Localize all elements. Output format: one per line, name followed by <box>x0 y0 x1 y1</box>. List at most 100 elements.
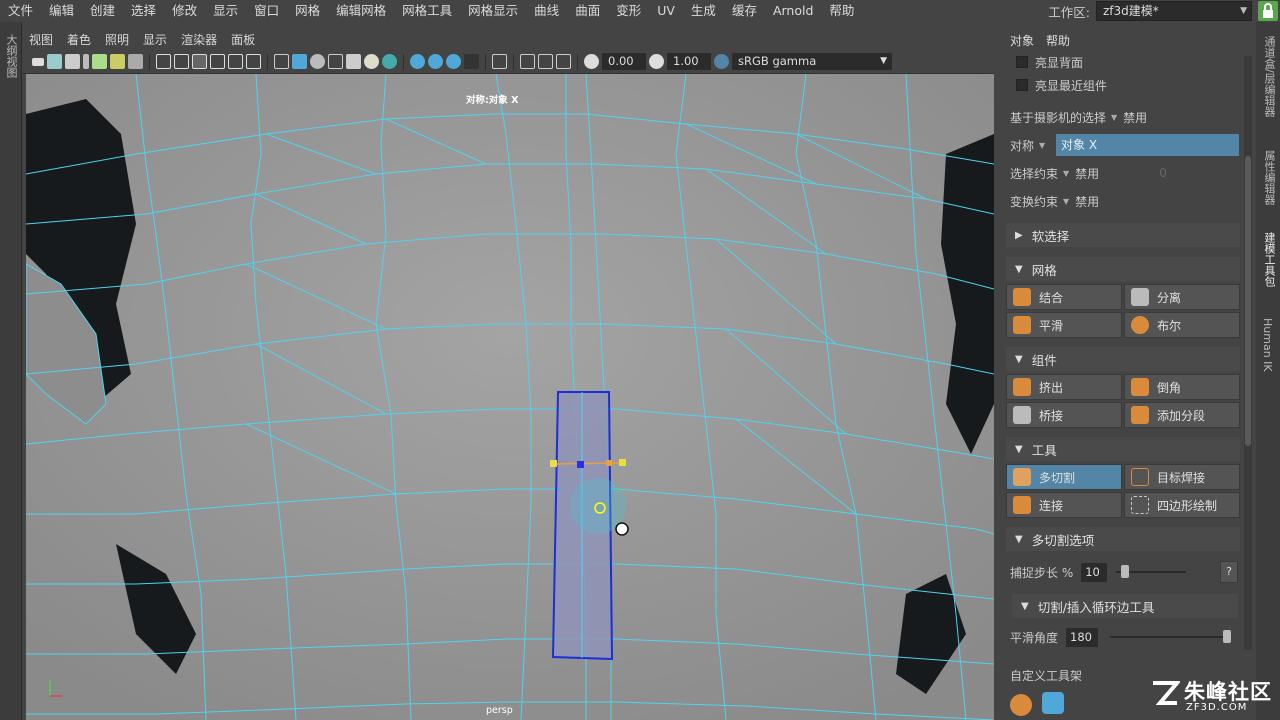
xray-joints-icon[interactable] <box>428 54 443 69</box>
tools-section[interactable]: ▼ 工具 <box>1006 437 1240 461</box>
menu-edit-mesh[interactable]: 编辑网格 <box>328 0 394 22</box>
backface-checkbox[interactable] <box>1016 56 1028 68</box>
channel-box-tab[interactable]: 通道盒/层编辑器 <box>1261 36 1277 117</box>
vp-menu-renderer[interactable]: 渲染器 <box>174 30 224 50</box>
menu-edit[interactable]: 编辑 <box>41 0 82 22</box>
gamma-field[interactable]: 1.00 <box>667 53 711 70</box>
toolkit-menu-help[interactable]: 帮助 <box>1040 32 1076 49</box>
ambient-occlusion-icon[interactable] <box>520 54 535 69</box>
3d-viewport[interactable]: 对称:对象 X persp <box>26 74 994 720</box>
menu-mesh[interactable]: 网格 <box>287 0 328 22</box>
default-material-icon[interactable] <box>310 54 325 69</box>
smooth-shade-icon[interactable] <box>292 54 307 69</box>
zoom-icon[interactable] <box>128 54 143 69</box>
menu-generate[interactable]: 生成 <box>683 0 724 22</box>
nearest-row[interactable]: 亮显最近组件 <box>1016 74 1107 96</box>
combine-button[interactable]: 结合 <box>1006 284 1122 310</box>
lights-icon[interactable] <box>364 54 379 69</box>
vp-menu-lighting[interactable]: 照明 <box>98 30 136 50</box>
select-constraint-row[interactable]: 选择约束 ▼ 禁用 0 <box>1010 162 1167 184</box>
shelf-tool-icon[interactable] <box>1010 694 1032 716</box>
isolate-select-icon[interactable] <box>464 54 479 69</box>
2d-pan-icon[interactable] <box>110 54 125 69</box>
human-ik-tab[interactable]: Human IK <box>1261 318 1274 372</box>
field-chart-icon[interactable] <box>228 54 243 69</box>
menu-uv[interactable]: UV <box>649 0 683 22</box>
connect-button[interactable]: 连接 <box>1006 492 1122 518</box>
component-section[interactable]: ▼ 组件 <box>1006 347 1240 371</box>
quad-draw-button[interactable]: 四边形绘制 <box>1124 492 1240 518</box>
camera-select-row[interactable]: 基于摄影机的选择 ▼ 禁用 <box>1010 106 1147 128</box>
film-gate-icon[interactable] <box>174 54 189 69</box>
bevel-button[interactable]: 倒角 <box>1124 374 1240 400</box>
outliner-tab[interactable]: 大纲视图 <box>3 34 19 78</box>
grid-icon[interactable] <box>156 54 171 69</box>
safe-action-icon[interactable] <box>246 54 261 69</box>
menu-display[interactable]: 显示 <box>205 0 246 22</box>
smooth-angle-field[interactable]: 180 <box>1066 627 1099 647</box>
loop-tool-section[interactable]: ▼ 切割/插入循环边工具 <box>1012 594 1238 618</box>
vp-menu-panels[interactable]: 面板 <box>224 30 262 50</box>
separate-button[interactable]: 分离 <box>1124 284 1240 310</box>
symmetry-dropdown[interactable]: 对象 X <box>1056 134 1239 156</box>
menu-arnold[interactable]: Arnold <box>765 0 821 22</box>
nearest-checkbox[interactable] <box>1016 79 1028 91</box>
gamma-icon[interactable] <box>649 54 664 69</box>
bookmark-icon[interactable] <box>65 54 80 69</box>
symmetry-row[interactable]: 对称 ▼ <box>1010 134 1051 156</box>
menu-surfaces[interactable]: 曲面 <box>567 0 608 22</box>
menu-cache[interactable]: 缓存 <box>724 0 765 22</box>
extrude-button[interactable]: 挤出 <box>1006 374 1122 400</box>
exposure-field[interactable]: 0.00 <box>602 53 646 70</box>
menu-file[interactable]: 文件 <box>0 0 41 22</box>
toolkit-scrollbar[interactable] <box>1244 56 1252 650</box>
bridge-button[interactable]: 桥接 <box>1006 402 1122 428</box>
toolkit-menu-object[interactable]: 对象 <box>1004 32 1040 49</box>
color-management-icon[interactable] <box>714 54 729 69</box>
menu-select[interactable]: 选择 <box>123 0 164 22</box>
menu-create[interactable]: 创建 <box>82 0 123 22</box>
camera-attributes-icon[interactable] <box>47 54 62 69</box>
snap-step-field[interactable]: 10 <box>1081 562 1108 582</box>
boolean-button[interactable]: 布尔 <box>1124 312 1240 338</box>
lock-icon[interactable] <box>1258 1 1278 21</box>
menu-modify[interactable]: 修改 <box>164 0 205 22</box>
target-weld-button[interactable]: 目标焊接 <box>1124 464 1240 490</box>
smooth-angle-slider-track[interactable] <box>1110 636 1230 638</box>
multicut-options-section[interactable]: ▼ 多切割选项 <box>1006 527 1240 551</box>
resolution-gate-icon[interactable] <box>192 54 207 69</box>
vp-menu-show[interactable]: 显示 <box>136 30 174 50</box>
xray-icon[interactable] <box>410 54 425 69</box>
snap-step-slider-handle[interactable] <box>1121 565 1129 578</box>
vp-menu-view[interactable]: 视图 <box>22 30 60 50</box>
anti-aliasing-icon[interactable] <box>556 54 571 69</box>
mesh-section[interactable]: ▼ 网格 <box>1006 257 1240 281</box>
modeling-toolkit-tab[interactable]: 建模工具包 <box>1261 232 1277 287</box>
grease-pencil-icon[interactable] <box>92 54 107 69</box>
menu-mesh-tools[interactable]: 网格工具 <box>394 0 460 22</box>
xray-components-icon[interactable] <box>446 54 461 69</box>
motion-blur-icon[interactable] <box>538 54 553 69</box>
textured-icon[interactable] <box>346 54 361 69</box>
menu-help[interactable]: 帮助 <box>821 0 862 22</box>
smooth-angle-slider-handle[interactable] <box>1223 630 1231 643</box>
help-button[interactable]: ? <box>1220 561 1238 583</box>
gate-mask-icon[interactable] <box>210 54 225 69</box>
menu-mesh-display[interactable]: 网格显示 <box>460 0 526 22</box>
smooth-button[interactable]: 平滑 <box>1006 312 1122 338</box>
view-transform-dropdown[interactable]: sRGB gamma ▼ <box>732 53 892 70</box>
transform-constraint-row[interactable]: 变换约束 ▼ 禁用 <box>1010 190 1099 212</box>
multi-cut-button[interactable]: 多切割 <box>1006 464 1122 490</box>
select-camera-icon[interactable] <box>492 54 507 69</box>
scrollbar-thumb[interactable] <box>1245 156 1251 446</box>
add-divisions-button[interactable]: 添加分段 <box>1124 402 1240 428</box>
image-plane-icon[interactable] <box>83 54 89 69</box>
menu-curves[interactable]: 曲线 <box>526 0 567 22</box>
soft-select-section[interactable]: ▶ 软选择 <box>1006 223 1240 247</box>
camera-select-icon[interactable] <box>32 57 44 66</box>
shadows-icon[interactable] <box>382 54 397 69</box>
vp-menu-shading[interactable]: 着色 <box>60 30 98 50</box>
exposure-icon[interactable] <box>584 54 599 69</box>
workspace-dropdown[interactable]: zf3d建模* ▼ <box>1096 1 1252 21</box>
wireframe-on-shaded-icon[interactable] <box>328 54 343 69</box>
